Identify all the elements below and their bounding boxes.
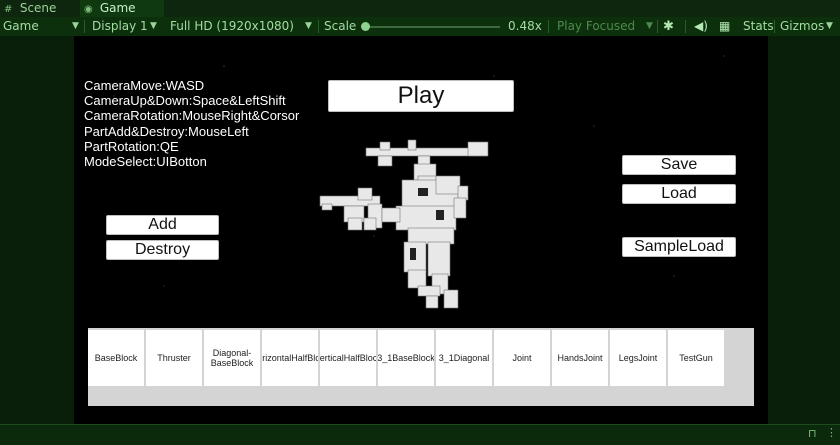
- speaker-icon[interactable]: ◀): [694, 17, 708, 36]
- stats-button[interactable]: Stats: [743, 17, 774, 36]
- keyboard-icon[interactable]: ▦: [719, 17, 730, 36]
- more-options-icon[interactable]: ⋮: [826, 426, 837, 439]
- part-slot-legs-joint[interactable]: LegsJoint: [610, 330, 666, 386]
- add-button[interactable]: Add: [106, 215, 219, 235]
- editor-tab-bar: # Scene ◉ Game: [0, 0, 840, 18]
- toolbar-divider: [318, 20, 319, 33]
- display-dropdown-chevron-icon: ▼: [150, 21, 157, 31]
- mode-dropdown-chevron-icon: ▼: [72, 21, 79, 31]
- scale-label: Scale: [324, 19, 357, 33]
- tab-game[interactable]: ◉ Game: [80, 0, 164, 17]
- toolbar-divider: [548, 20, 549, 33]
- toolbar-divider: [84, 20, 85, 33]
- hash-icon: #: [4, 4, 13, 15]
- part-slot-joint[interactable]: Joint: [494, 330, 550, 386]
- play-focused-chevron-icon: ▼: [646, 21, 653, 31]
- editor-status-bar: ⊓ ⋮: [0, 424, 840, 445]
- part-slot-hands-joint[interactable]: HandsJoint: [552, 330, 608, 386]
- part-slot-horizontal-half-block[interactable]: HorizontalHalfBlock: [262, 330, 318, 386]
- part-slot-3-1-diagonal[interactable]: 3_1Diagonal: [436, 330, 492, 386]
- part-slot-3-1-baseblock[interactable]: 3_1BaseBlock: [378, 330, 434, 386]
- display-dropdown[interactable]: Display 1: [92, 17, 148, 36]
- lock-icon[interactable]: ⊓: [808, 427, 817, 440]
- destroy-button[interactable]: Destroy: [106, 240, 219, 260]
- part-slot-diagonal-baseblock[interactable]: Diagonal-BaseBlock: [204, 330, 260, 386]
- sample-load-button[interactable]: SampleLoad: [622, 237, 736, 257]
- resolution-dropdown[interactable]: Full HD (1920x1080): [170, 17, 294, 36]
- scale-slider-track[interactable]: [370, 26, 500, 28]
- tab-scene-label: Scene: [19, 1, 57, 15]
- instruction-line: PartRotation:QE: [84, 138, 179, 154]
- scale-slider-handle[interactable]: [361, 22, 370, 31]
- controls-instructions: CameraMove:WASD CameraUp&Down:Space&Left…: [84, 78, 299, 169]
- viewport-letterbox-right: [768, 36, 840, 424]
- instruction-line: CameraRotation:MouseRight&Corsor: [84, 108, 300, 124]
- instruction-line: ModeSelect:UIBotton: [84, 154, 207, 170]
- viewport-letterbox-left: [0, 36, 74, 424]
- game-toolbar: Game ▼ Display 1 ▼ Full HD (1920x1080) ▼…: [0, 17, 840, 37]
- load-button[interactable]: Load: [622, 184, 736, 204]
- scale-value: 0.48x: [508, 19, 542, 33]
- play-button[interactable]: Play: [328, 80, 514, 112]
- save-button[interactable]: Save: [622, 155, 736, 175]
- gizmos-dropdown[interactable]: Gizmos: [780, 17, 824, 36]
- instruction-line: CameraUp&Down:Space&LeftShift: [84, 93, 286, 109]
- bug-icon[interactable]: ✱: [663, 17, 674, 36]
- part-slot-baseblock[interactable]: BaseBlock: [88, 330, 144, 386]
- instruction-line: CameraMove:WASD: [84, 78, 205, 93]
- tab-game-label: Game: [99, 1, 136, 15]
- toolbar-divider: [657, 20, 658, 33]
- part-slot-vertical-half-block[interactable]: VerticalHalfBlock: [320, 330, 376, 386]
- robot-model[interactable]: [318, 136, 498, 312]
- part-slot-test-gun[interactable]: TestGun: [668, 330, 724, 386]
- gamepad-icon: ◉: [84, 4, 93, 15]
- mode-dropdown[interactable]: Game: [3, 17, 39, 36]
- part-slot-thruster[interactable]: Thruster: [146, 330, 202, 386]
- tab-scene[interactable]: # Scene: [0, 0, 84, 17]
- instruction-line: PartAdd&Destroy:MouseLeft: [84, 123, 249, 139]
- toolbar-divider: [685, 20, 686, 33]
- toolbar-divider: [774, 20, 775, 33]
- play-focused-dropdown[interactable]: Play Focused: [557, 17, 635, 36]
- resolution-dropdown-chevron-icon: ▼: [305, 21, 312, 31]
- gizmos-chevron-icon: ▼: [826, 21, 833, 31]
